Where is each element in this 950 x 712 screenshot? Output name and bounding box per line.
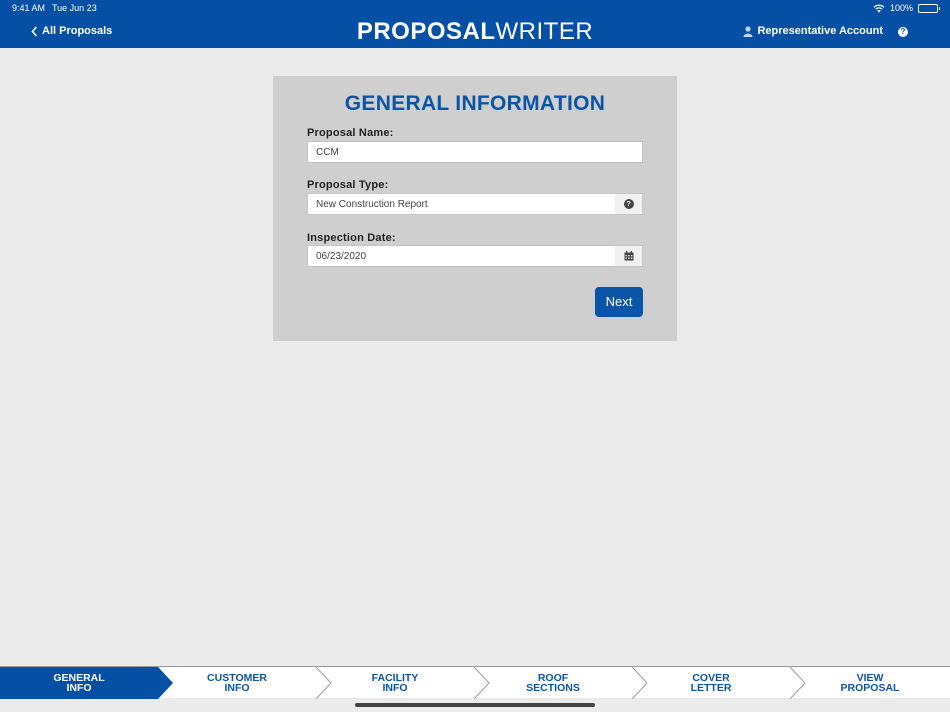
tab-line2: INFO xyxy=(382,682,408,694)
calendar-button[interactable] xyxy=(615,245,643,267)
tab-cover-letter[interactable]: COVER LETTER xyxy=(632,667,790,699)
brand-light: WRITER xyxy=(495,18,594,45)
user-icon xyxy=(743,25,753,37)
tab-line2: INFO xyxy=(66,682,92,694)
account-label: Representative Account xyxy=(757,25,883,37)
status-right: 100% xyxy=(873,3,940,13)
tab-line2: LETTER xyxy=(690,682,732,694)
general-info-card: GENERAL INFORMATION Proposal Name: CCM P… xyxy=(273,76,677,341)
proposal-type-label: Proposal Type: xyxy=(307,179,389,191)
account-button[interactable]: Representative Account xyxy=(743,25,883,37)
inspection-date-input[interactable]: 06/23/2020 xyxy=(307,245,616,267)
home-indicator[interactable] xyxy=(355,703,595,707)
tab-line2: PROPOSAL xyxy=(840,682,900,694)
tab-roof-sections[interactable]: ROOF SECTIONS xyxy=(474,667,632,699)
tab-facility-info[interactable]: FACILITY INFO xyxy=(316,667,474,699)
inspection-date-label: Inspection Date: xyxy=(307,232,396,244)
next-button[interactable]: Next xyxy=(595,287,643,317)
tab-line2: INFO xyxy=(224,682,250,694)
tab-line2: SECTIONS xyxy=(526,682,580,694)
proposal-type-select[interactable]: New Construction Report xyxy=(307,193,616,215)
question-circle-icon: ? xyxy=(623,199,634,209)
calendar-icon xyxy=(624,251,633,261)
wifi-icon xyxy=(873,4,885,12)
progress-tab-bar: GENERAL INFO CUSTOMER INFO FACILITY INFO… xyxy=(0,666,950,699)
brand-bold: PROPOSAL xyxy=(356,18,496,45)
tab-general-info[interactable]: GENERAL INFO xyxy=(0,667,158,699)
status-bar: 9:41 AM Tue Jun 23 100% xyxy=(12,3,940,15)
status-time: 9:41 AM xyxy=(12,3,46,13)
proposal-name-input[interactable]: CCM xyxy=(307,141,643,163)
status-date: Tue Jun 23 xyxy=(52,3,97,13)
help-icon[interactable]: ? xyxy=(898,27,908,37)
proposal-name-label: Proposal Name: xyxy=(307,127,394,139)
tab-customer-info[interactable]: CUSTOMER INFO xyxy=(158,667,316,699)
top-bar: 9:41 AM Tue Jun 23 100% All Proposals PR… xyxy=(0,0,950,48)
battery-icon xyxy=(918,3,940,13)
tab-view-proposal[interactable]: VIEW PROPOSAL xyxy=(790,667,950,699)
page-title: GENERAL INFORMATION xyxy=(344,92,606,115)
battery-percent: 100% xyxy=(889,3,913,13)
proposal-type-help-button[interactable]: ? xyxy=(615,193,643,215)
